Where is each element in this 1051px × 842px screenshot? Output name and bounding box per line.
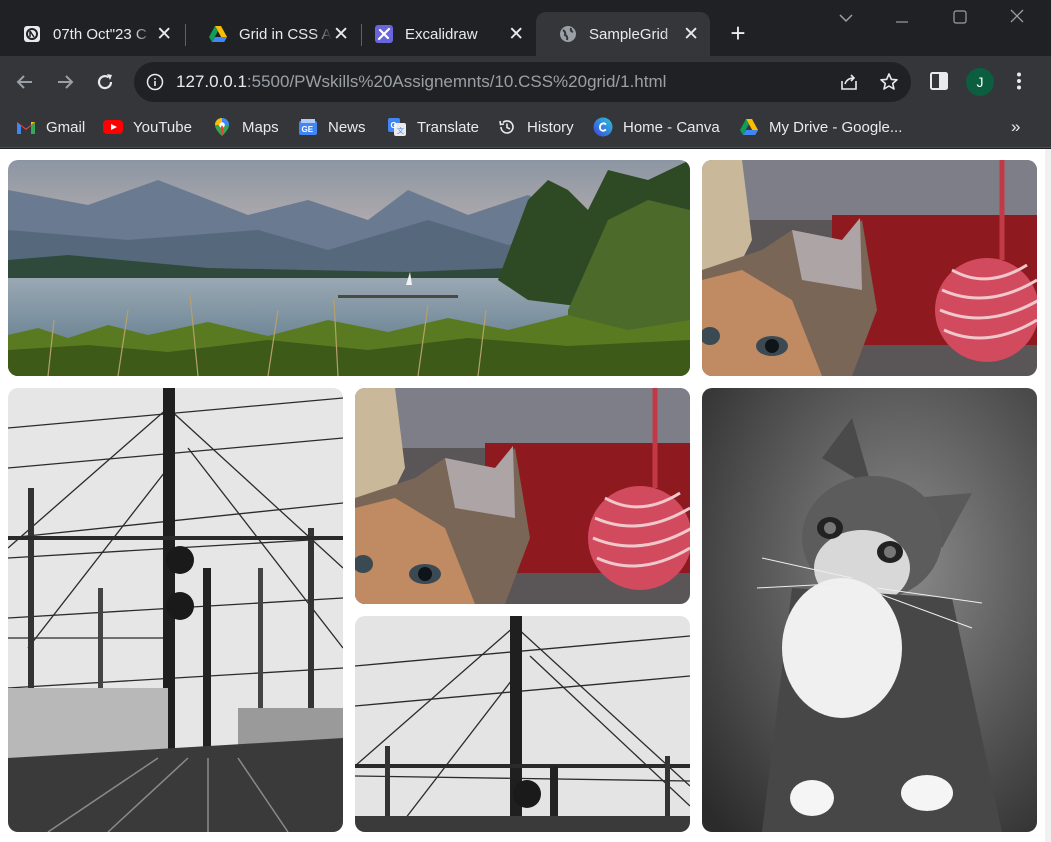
bookmark-star-icon[interactable]: [879, 72, 899, 92]
tab-1[interactable]: Grid in CSS A ✕: [186, 12, 360, 56]
bookmark-label: Translate: [417, 118, 479, 136]
bookmark-news[interactable]: GE News: [298, 116, 366, 138]
tab-title: Excalidraw: [405, 25, 478, 43]
kitten-yarn-image: [702, 160, 1037, 376]
tab-title: SampleGrid: [589, 25, 669, 43]
bookmark-label: Maps: [242, 118, 279, 136]
svg-text:文: 文: [397, 126, 404, 135]
reload-button[interactable]: [92, 69, 118, 95]
lake-image: [8, 160, 690, 376]
page-scrollbar[interactable]: [1045, 149, 1051, 842]
google-drive-icon: [739, 117, 759, 137]
google-drive-icon: [208, 24, 228, 44]
notion-like-icon: [22, 24, 42, 44]
bookmark-youtube[interactable]: YouTube: [103, 116, 192, 138]
side-panel-icon[interactable]: [928, 70, 950, 92]
news-icon: GE: [298, 117, 318, 137]
bookmark-label: News: [328, 118, 366, 136]
tab-title: 07th Oct"23 C: [53, 25, 147, 43]
bookmark-gmail[interactable]: Gmail: [16, 116, 85, 138]
bookmark-label: History: [527, 118, 574, 136]
back-button[interactable]: [12, 69, 38, 95]
browser-toolbar: 127.0.0.1:5500/PWskills%20Assignemnts/10…: [0, 56, 1051, 108]
close-icon[interactable]: ✕: [506, 23, 526, 46]
bookmarks-overflow-button[interactable]: »: [1011, 117, 1020, 137]
url-host: 127.0.0.1: [176, 72, 247, 91]
tab-0[interactable]: 07th Oct"23 C ✕: [0, 12, 184, 56]
excalidraw-icon: [374, 24, 394, 44]
svg-text:G: G: [391, 121, 397, 130]
globe-icon: [558, 24, 578, 44]
address-bar[interactable]: 127.0.0.1:5500/PWskills%20Assignemnts/10…: [134, 62, 911, 102]
svg-text:GE: GE: [302, 125, 314, 134]
share-icon[interactable]: [839, 72, 859, 92]
translate-icon: G文: [387, 117, 407, 137]
bw-kitten-image: [702, 388, 1037, 832]
bookmarks-bar: Gmail YouTube Maps GE News G文 Translate …: [0, 108, 1051, 148]
new-tab-button[interactable]: +: [726, 20, 750, 46]
tab-active[interactable]: SampleGrid ✕: [536, 12, 710, 56]
tab-strip: 07th Oct"23 C ✕ Grid in CSS A ✕ Excalidr…: [0, 0, 1051, 58]
bookmark-translate[interactable]: G文 Translate: [387, 116, 479, 138]
railway-lines-image: [355, 616, 690, 832]
railway-lines-image: [8, 388, 343, 832]
bookmark-label: Home - Canva: [623, 118, 720, 136]
more-menu-icon[interactable]: [1008, 70, 1030, 92]
page-viewport: [0, 149, 1045, 842]
bookmark-label: YouTube: [133, 118, 192, 136]
maps-icon: [212, 117, 232, 137]
tab-2[interactable]: Excalidraw ✕: [352, 12, 536, 56]
tab-title: Grid in CSS A: [239, 25, 332, 43]
gmail-icon: [16, 117, 36, 137]
history-icon: [497, 117, 517, 137]
maximize-icon[interactable]: [945, 10, 975, 29]
youtube-icon: [103, 117, 123, 137]
site-info-icon[interactable]: [146, 73, 164, 91]
bookmark-history[interactable]: History: [497, 116, 574, 138]
tab-search-icon[interactable]: [831, 10, 861, 28]
canva-icon: [593, 117, 613, 137]
profile-avatar[interactable]: J: [966, 68, 994, 96]
close-icon[interactable]: ✕: [332, 23, 350, 46]
bookmark-my-drive[interactable]: My Drive - Google...: [739, 116, 902, 138]
forward-button[interactable]: [52, 69, 78, 95]
image-grid: [8, 160, 1037, 832]
url-path: :5500/PWskills%20Assignemnts/10.CSS%20gr…: [246, 72, 667, 91]
close-window-icon[interactable]: [1002, 8, 1032, 29]
minimize-icon[interactable]: [887, 4, 917, 29]
kitten-yarn-image: [355, 388, 690, 604]
bookmark-canva[interactable]: Home - Canva: [593, 116, 720, 138]
bookmark-label: Gmail: [46, 118, 86, 136]
close-icon[interactable]: ✕: [154, 23, 174, 46]
bookmark-maps[interactable]: Maps: [212, 116, 279, 138]
bookmark-label: My Drive - Google...: [769, 118, 903, 136]
close-icon[interactable]: ✕: [682, 23, 700, 46]
url-text[interactable]: 127.0.0.1:5500/PWskills%20Assignemnts/10…: [176, 72, 666, 92]
